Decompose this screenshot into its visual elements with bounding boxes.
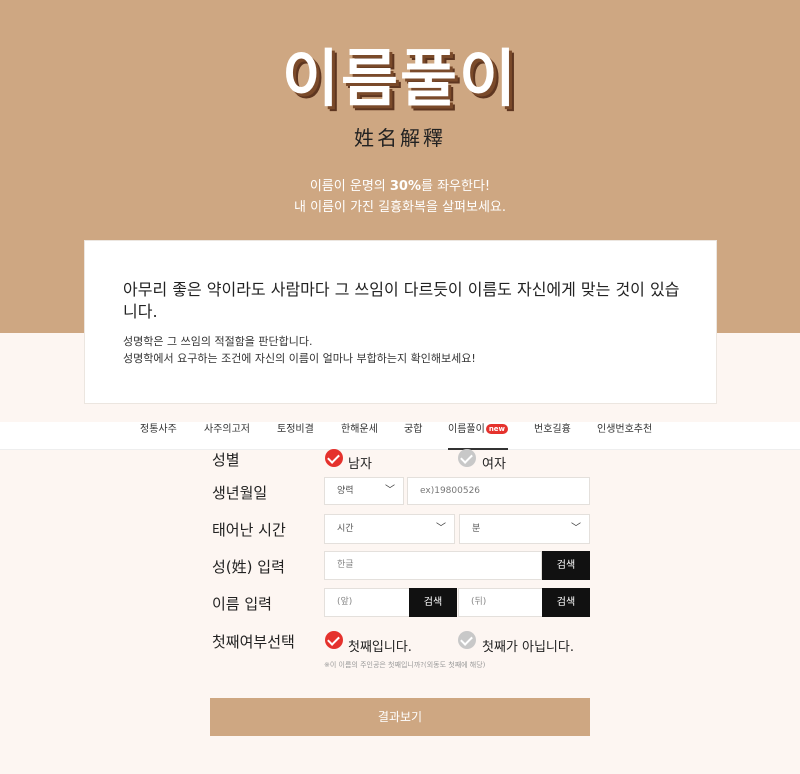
page-title: 이름풀이 bbox=[281, 42, 519, 115]
name-back-input[interactable]: (뒤) bbox=[458, 588, 543, 617]
name-front-input[interactable]: (앞) bbox=[324, 588, 410, 617]
intro-card: 아무리 좋은 약이라도 사람마다 그 쓰임이 다르듯이 이름도 자신에게 맞는 … bbox=[84, 240, 717, 404]
name-front-placeholder: (앞) bbox=[337, 597, 353, 607]
tab-name-reading-label: 이름풀이 bbox=[448, 424, 485, 435]
hour-select-value: 시간 bbox=[337, 524, 354, 534]
hero-desc-bold: 30% bbox=[389, 179, 421, 194]
birthdate-input[interactable]: ex)19800526 bbox=[407, 477, 590, 505]
tab-name-reading[interactable]: 이름풀이 new bbox=[448, 422, 509, 450]
chevron-down-icon: ﹀ bbox=[571, 523, 581, 534]
name-back-search-button[interactable]: 검색 bbox=[542, 588, 590, 617]
name-label: 이름 입력 bbox=[212, 595, 272, 613]
chevron-down-icon: ﹀ bbox=[385, 485, 395, 496]
tab-number-fortune[interactable]: 번호길흉 bbox=[534, 422, 571, 450]
first-child-no-label: 첫째가 아닙니다. bbox=[482, 640, 574, 655]
tab-tojeong[interactable]: 토정비결 bbox=[277, 422, 314, 450]
intro-body-line1: 성명학은 그 쓰임의 적절함을 판단합니다. bbox=[123, 335, 313, 348]
surname-label: 성(姓) 입력 bbox=[212, 558, 285, 576]
hour-select[interactable]: 시간 ﹀ bbox=[324, 514, 455, 544]
hero-desc-post: 를 좌우한다! bbox=[421, 179, 491, 194]
surname-placeholder: 한글 bbox=[337, 560, 354, 570]
tab-saju-high-low[interactable]: 사주의고저 bbox=[204, 422, 250, 450]
gender-male-radio[interactable] bbox=[325, 449, 343, 467]
calendar-select-value: 양력 bbox=[337, 486, 354, 496]
name-front-search-button[interactable]: 검색 bbox=[409, 588, 457, 617]
first-child-label: 첫째여부선택 bbox=[212, 633, 295, 651]
hero-desc-line2: 내 이름이 가진 길흉화복을 살펴보세요. bbox=[293, 200, 507, 215]
birthdate-placeholder: ex)19800526 bbox=[420, 486, 481, 496]
first-child-yes-radio[interactable] bbox=[325, 631, 343, 649]
new-badge: new bbox=[485, 424, 509, 434]
page-subtitle: 姓名解釋 bbox=[354, 126, 446, 150]
chevron-down-icon: ﹀ bbox=[436, 523, 446, 534]
gender-male-label: 남자 bbox=[348, 457, 372, 472]
surname-search-button[interactable]: 검색 bbox=[542, 551, 590, 580]
gender-label: 성별 bbox=[212, 451, 240, 469]
intro-body: 성명학은 그 쓰임의 적절함을 판단합니다. 성명학에서 요구하는 조건에 자신… bbox=[123, 333, 693, 367]
intro-headline: 아무리 좋은 약이라도 사람마다 그 쓰임이 다르듯이 이름도 자신에게 맞는 … bbox=[123, 280, 680, 321]
birth-label: 생년월일 bbox=[212, 484, 268, 502]
intro-body-line2: 성명학에서 요구하는 조건에 자신의 이름이 얼마나 부합하는지 확인해보세요! bbox=[123, 352, 476, 365]
gender-female-radio[interactable] bbox=[458, 449, 476, 467]
minute-select[interactable]: 분 ﹀ bbox=[459, 514, 590, 544]
submit-button[interactable]: 결과보기 bbox=[210, 698, 590, 736]
tab-saju[interactable]: 정통사주 bbox=[140, 422, 177, 450]
name-back-placeholder: (뒤) bbox=[471, 597, 487, 607]
tab-compatibility[interactable]: 궁합 bbox=[404, 422, 422, 450]
first-child-yes-label: 첫째입니다. bbox=[348, 640, 412, 655]
minute-select-value: 분 bbox=[472, 524, 481, 534]
time-label: 태어난 시간 bbox=[212, 521, 286, 539]
hero-desc-pre: 이름이 운명의 bbox=[309, 179, 390, 194]
hero-description: 이름이 운명의 30%를 좌우한다! 내 이름이 가진 길흉화복을 살펴보세요. bbox=[0, 176, 800, 218]
tab-life-number[interactable]: 인생번호추천 bbox=[597, 422, 652, 450]
service-tabs: 정통사주 사주의고저 토정비결 한해운세 궁합 이름풀이 new 번호길흉 인생번… bbox=[0, 422, 800, 450]
first-child-note: ※이 이름의 주인공은 첫째입니까?(외동도 첫째에 해당) bbox=[324, 661, 486, 669]
surname-input[interactable]: 한글 bbox=[324, 551, 542, 580]
gender-female-label: 여자 bbox=[482, 457, 506, 472]
tab-yearly-fortune[interactable]: 한해운세 bbox=[341, 422, 378, 450]
first-child-no-radio[interactable] bbox=[458, 631, 476, 649]
calendar-select[interactable]: 양력 ﹀ bbox=[324, 477, 404, 505]
